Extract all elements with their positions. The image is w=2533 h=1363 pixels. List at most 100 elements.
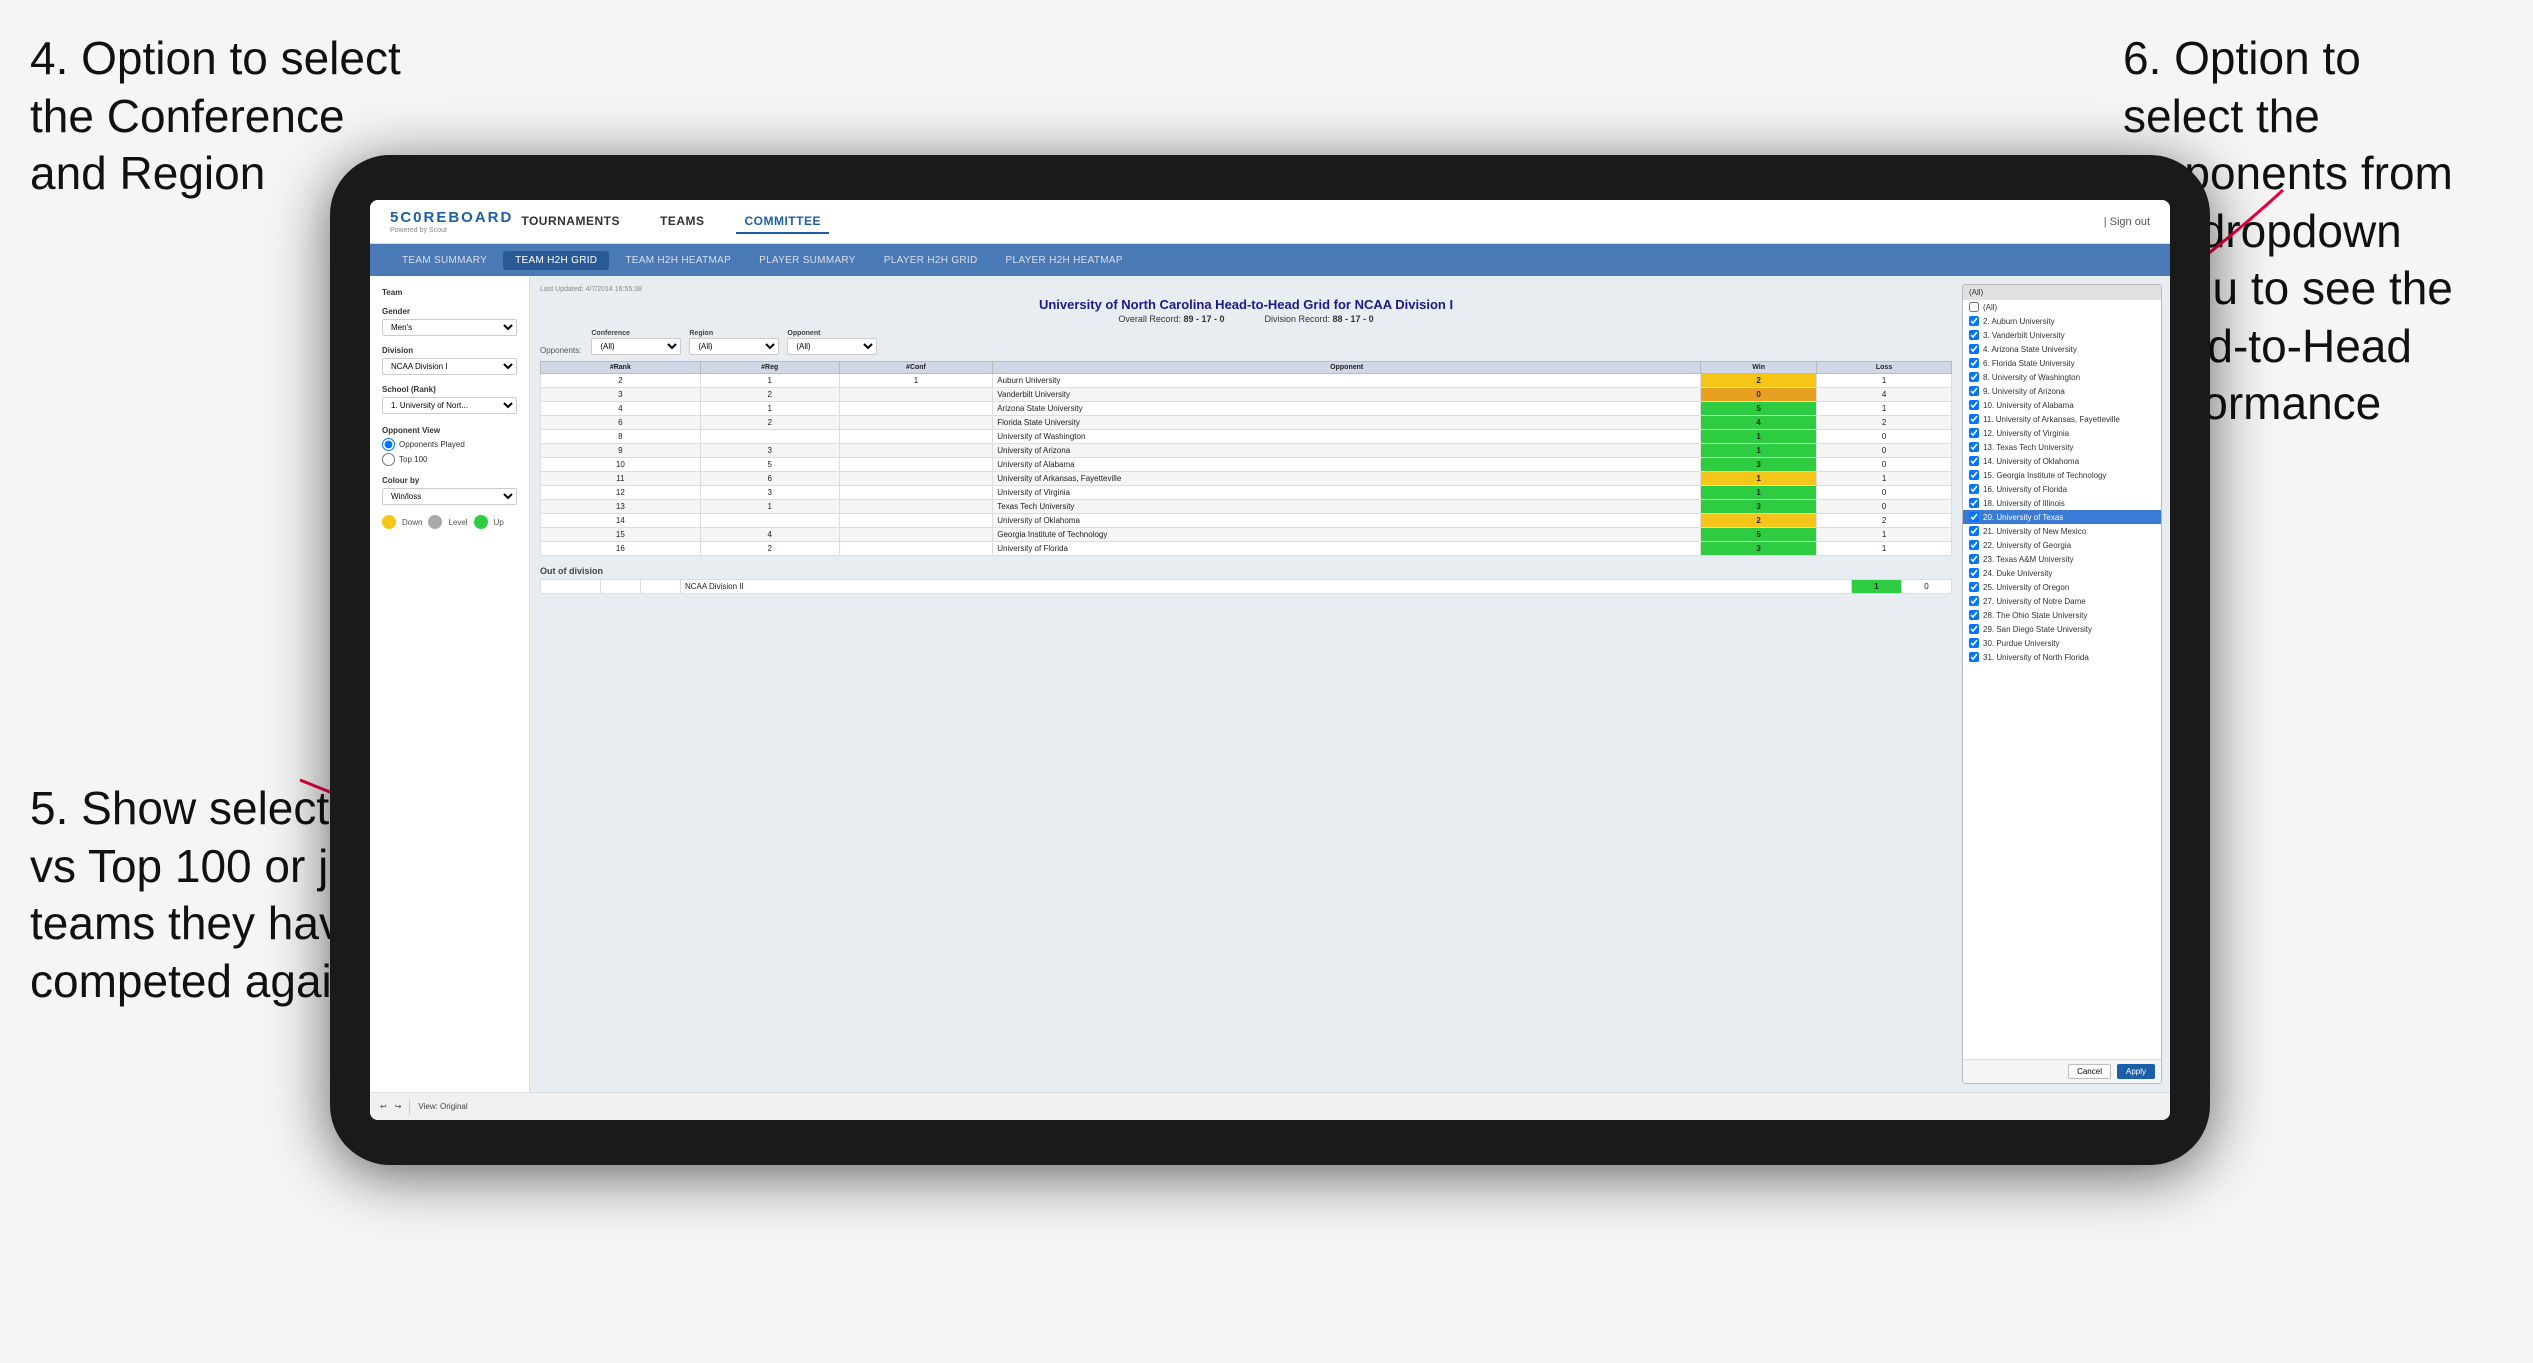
opponent-view-radio: Opponents Played Top 100 <box>382 438 517 466</box>
school-dropdown[interactable]: 1. University of Nort... <box>382 397 517 414</box>
legend: Down Level Up <box>382 515 517 529</box>
opponent-dropdown[interactable]: (All) <box>787 338 877 355</box>
dropdown-item[interactable]: 10. University of Alabama <box>1963 398 2161 412</box>
region-dropdown[interactable]: (All) <box>689 338 779 355</box>
dropdown-item[interactable]: 28. The Ohio State University <box>1963 608 2161 622</box>
gender-dropdown[interactable]: Men's <box>382 319 517 336</box>
out-of-division: Out of division NCAA Division II 1 0 <box>540 566 1952 594</box>
subnav-team-h2h-grid[interactable]: TEAM H2H GRID <box>503 251 609 270</box>
col-win: Win <box>1701 362 1817 374</box>
opponent-dropdown-panel: (All) (All) 2. Auburn University 3. Vand… <box>1962 284 2162 1084</box>
subnav-player-summary[interactable]: PLAYER SUMMARY <box>747 251 868 270</box>
dropdown-item[interactable]: 24. Duke University <box>1963 566 2161 580</box>
nav-tournaments[interactable]: TOURNAMENTS <box>513 210 628 234</box>
updated-info: Last Updated: 4/7/2014 16:55:38 <box>540 286 1952 293</box>
dropdown-item[interactable]: 11. University of Arkansas, Fayetteville <box>1963 412 2161 426</box>
cancel-button[interactable]: Cancel <box>2068 1064 2111 1079</box>
dropdown-item[interactable]: 30. Purdue University <box>1963 636 2161 650</box>
report-title: University of North Carolina Head-to-Hea… <box>540 297 1952 312</box>
center-panel: Last Updated: 4/7/2014 16:55:38 Universi… <box>530 276 1962 1092</box>
radio-opponents-played[interactable]: Opponents Played <box>382 438 517 451</box>
dropdown-item[interactable]: 20. University of Texas <box>1963 510 2161 524</box>
table-row: 6 2 Florida State University 4 2 <box>541 416 1952 430</box>
dropdown-item[interactable]: 15. Georgia Institute of Technology <box>1963 468 2161 482</box>
table-row: 3 2 Vanderbilt University 0 4 <box>541 388 1952 402</box>
nav-committee[interactable]: COMMITTEE <box>736 210 829 234</box>
subnav-player-h2h-grid[interactable]: PLAYER H2H GRID <box>872 251 990 270</box>
subnav-player-h2h-heatmap[interactable]: PLAYER H2H HEATMAP <box>994 251 1135 270</box>
team-section: Team <box>382 288 517 297</box>
filter-row: Opponents: Conference (All) Region (All) <box>540 330 1952 355</box>
conference-dropdown[interactable]: (All) <box>591 338 681 355</box>
legend-dot-level <box>428 515 442 529</box>
dropdown-item[interactable]: (All) <box>1963 300 2161 314</box>
nav-items: TOURNAMENTS TEAMS COMMITTEE <box>513 210 829 234</box>
colour-dropdown[interactable]: Win/loss <box>382 488 517 505</box>
dropdown-item[interactable]: 31. University of North Florida <box>1963 650 2161 664</box>
legend-dot-down <box>382 515 396 529</box>
table-row: NCAA Division II 1 0 <box>541 580 1952 594</box>
out-of-division-table: NCAA Division II 1 0 <box>540 579 1952 594</box>
toolbar-view: View: Original <box>418 1102 467 1111</box>
dropdown-item[interactable]: 25. University of Oregon <box>1963 580 2161 594</box>
dropdown-item[interactable]: 18. University of Illinois <box>1963 496 2161 510</box>
table-row: 8 University of Washington 1 0 <box>541 430 1952 444</box>
apply-button[interactable]: Apply <box>2117 1064 2155 1079</box>
gender-section: Gender Men's <box>382 307 517 336</box>
table-row: 15 4 Georgia Institute of Technology 5 1 <box>541 528 1952 542</box>
data-table: #Rank #Reg #Conf Opponent Win Loss 2 1 1… <box>540 361 1952 556</box>
division-dropdown[interactable]: NCAA Division I <box>382 358 517 375</box>
dropdown-item[interactable]: 8. University of Washington <box>1963 370 2161 384</box>
col-conf: #Conf <box>839 362 992 374</box>
dropdown-item[interactable]: 6. Florida State University <box>1963 356 2161 370</box>
dropdown-item[interactable]: 4. Arizona State University <box>1963 342 2161 356</box>
dropdown-item[interactable]: 29. San Diego State University <box>1963 622 2161 636</box>
dropdown-item[interactable]: 22. University of Georgia <box>1963 538 2161 552</box>
radio-top100[interactable]: Top 100 <box>382 453 517 466</box>
left-panel: Team Gender Men's Division NCAA Division… <box>370 276 530 1092</box>
toolbar-redo[interactable]: ↪ <box>395 1102 402 1111</box>
report-header: University of North Carolina Head-to-Hea… <box>540 297 1952 324</box>
dropdown-list: (All) 2. Auburn University 3. Vanderbilt… <box>1963 300 2161 1059</box>
table-row: 11 6 University of Arkansas, Fayettevill… <box>541 472 1952 486</box>
col-loss: Loss <box>1817 362 1952 374</box>
conference-filter: Conference (All) <box>591 330 681 355</box>
col-rank: #Rank <box>541 362 701 374</box>
sub-nav: TEAM SUMMARY TEAM H2H GRID TEAM H2H HEAT… <box>370 244 2170 276</box>
table-row: 10 5 University of Alabama 3 0 <box>541 458 1952 472</box>
dropdown-item[interactable]: 14. University of Oklahoma <box>1963 454 2161 468</box>
dropdown-item[interactable]: 12. University of Virginia <box>1963 426 2161 440</box>
dropdown-item[interactable]: 13. Texas Tech University <box>1963 440 2161 454</box>
subnav-team-summary[interactable]: TEAM SUMMARY <box>390 251 499 270</box>
dropdown-footer: Cancel Apply <box>1963 1059 2161 1083</box>
toolbar: ↩ ↪ View: Original <box>370 1092 2170 1120</box>
toolbar-undo[interactable]: ↩ <box>380 1102 387 1111</box>
region-filter: Region (All) <box>689 330 779 355</box>
dropdown-item[interactable]: 27. University of Notre Dame <box>1963 594 2161 608</box>
table-row: 2 1 1 Auburn University 2 1 <box>541 374 1952 388</box>
opponent-filter: Opponent (All) <box>787 330 877 355</box>
nav-teams[interactable]: TEAMS <box>652 210 713 234</box>
dropdown-item[interactable]: 3. Vanderbilt University <box>1963 328 2161 342</box>
opponent-view-section: Opponent View Opponents Played Top 100 <box>382 426 517 466</box>
col-opponent: Opponent <box>993 362 1701 374</box>
dropdown-item[interactable]: 16. University of Florida <box>1963 482 2161 496</box>
col-reg: #Reg <box>700 362 839 374</box>
tablet-frame: 5C0REBOARD Powered by Scout TOURNAMENTS … <box>330 155 2210 1165</box>
dropdown-item[interactable]: 2. Auburn University <box>1963 314 2161 328</box>
tablet-screen: 5C0REBOARD Powered by Scout TOURNAMENTS … <box>370 200 2170 1120</box>
table-row: 9 3 University of Arizona 1 0 <box>541 444 1952 458</box>
dropdown-item[interactable]: 23. Texas A&M University <box>1963 552 2161 566</box>
legend-dot-up <box>474 515 488 529</box>
colour-section: Colour by Win/loss <box>382 476 517 505</box>
table-row: 12 3 University of Virginia 1 0 <box>541 486 1952 500</box>
nav-bar: 5C0REBOARD Powered by Scout TOURNAMENTS … <box>370 200 2170 244</box>
nav-sign-out[interactable]: | Sign out <box>2104 216 2150 228</box>
division-section: Division NCAA Division I <box>382 346 517 375</box>
table-row: 16 2 University of Florida 3 1 <box>541 542 1952 556</box>
report-records: Overall Record: 89 - 17 - 0 Division Rec… <box>540 314 1952 324</box>
logo: 5C0REBOARD Powered by Scout <box>390 209 513 234</box>
subnav-team-h2h-heatmap[interactable]: TEAM H2H HEATMAP <box>613 251 743 270</box>
dropdown-item[interactable]: 9. University of Arizona <box>1963 384 2161 398</box>
dropdown-item[interactable]: 21. University of New Mexico <box>1963 524 2161 538</box>
